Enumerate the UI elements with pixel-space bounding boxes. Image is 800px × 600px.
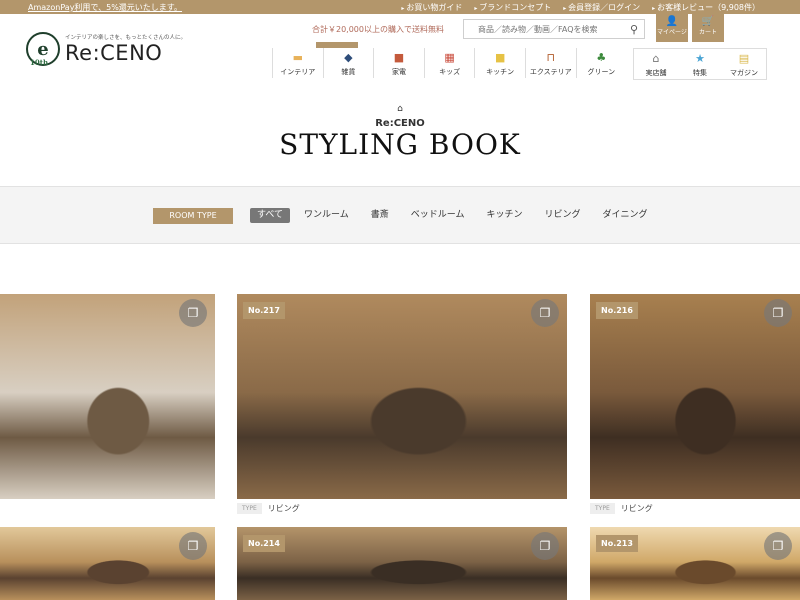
category-label: グリーン (587, 68, 616, 76)
secondary-nav-item-2[interactable]: ★ 特集 (678, 49, 722, 79)
filter-option-3[interactable]: 書斎 (363, 208, 397, 223)
filter-option-2[interactable]: ワンルーム (296, 208, 357, 223)
mug-icon: ■ (494, 51, 506, 64)
style-number-badge: No.214 (243, 535, 285, 552)
category-label: インテリア (280, 68, 316, 76)
cart-icon: 🛒 (701, 16, 715, 27)
style-number-badge: No.216 (596, 302, 638, 319)
room-type-options: すべて ワンルーム 書斎 ベッドルーム キッチン リビング ダイニング (250, 208, 662, 223)
secondary-nav-item-1[interactable]: ⌂ 実店舗 (634, 49, 678, 79)
category-5[interactable]: ■ キッチン (474, 48, 525, 78)
room-photo[interactable] (0, 294, 215, 499)
styling-book-logo: ⌂ (0, 104, 800, 114)
category-1[interactable]: ▬ インテリア (272, 48, 323, 78)
styling-card[interactable]: No.214 ❐ (237, 527, 567, 600)
page-title: STYLING BOOK (279, 128, 521, 161)
top-links: お買い物ガイド ブランドコンセプト 会員登録／ログイン お客様レビュー（9,90… (401, 2, 760, 13)
logo-mark-icon: e 10th (26, 32, 60, 67)
register-login-link[interactable]: 会員登録／ログイン (563, 2, 640, 13)
secondary-nav-label: 特集 (693, 69, 707, 77)
room-photo[interactable] (237, 527, 567, 600)
promo-link[interactable]: AmazonPay利用で、5%還元いたします。 (28, 2, 182, 13)
brand-name: Re:CENO (65, 41, 163, 65)
search-input[interactable] (464, 20, 619, 38)
room-type-filter: ROOM TYPE すべて ワンルーム 書斎 ベッドルーム キッチン リビング ダイニング (0, 186, 800, 244)
category-7[interactable]: ♣ グリーン (575, 48, 627, 78)
category-4[interactable]: ▦ キッズ (423, 48, 475, 78)
gallery-icon[interactable]: ❐ (764, 299, 792, 327)
search-box: ⚲ (463, 19, 645, 39)
secondary-nav-label: マガジン (730, 69, 758, 77)
magazine-icon: ▤ (738, 52, 750, 65)
category-label: エクステリア (529, 68, 572, 76)
house-roof-icon: ⌂ (397, 104, 403, 114)
search-icon[interactable]: ⚲ (630, 23, 638, 36)
plant-icon: ♣ (596, 51, 607, 64)
style-number-badge: No.217 (243, 302, 285, 319)
styling-card[interactable]: No.217 ❐ TYPE リビング (237, 294, 567, 521)
secondary-nav: ⌂ 実店舗 ★ 特集 ▤ マガジン (633, 48, 767, 80)
mypage-button[interactable]: 👤 マイページ (656, 14, 688, 42)
brand-concept-link[interactable]: ブランドコンセプト (474, 2, 551, 13)
brand-tagline: インテリアの楽しさを、もっとたくさんの人に。 (65, 35, 187, 41)
filter-option-6[interactable]: リビング (537, 208, 589, 223)
site-logo[interactable]: e 10th インテリアの楽しさを、もっとたくさんの人に。 Re:CENO (26, 32, 187, 67)
room-type-value[interactable]: リビング (268, 503, 300, 514)
category-label: 家電 (391, 68, 406, 76)
gallery-icon[interactable]: ❐ (179, 532, 207, 560)
guide-link[interactable]: お買い物ガイド (401, 2, 462, 13)
filter-option-5[interactable]: キッチン (479, 208, 531, 223)
filter-option-4[interactable]: ベッドルーム (403, 208, 473, 223)
category-6[interactable]: ⊓ エクステリア (524, 48, 576, 78)
secondary-nav-label: 実店舗 (645, 69, 667, 77)
category-label: キッチン (486, 68, 515, 76)
store-icon: ⌂ (652, 52, 660, 65)
top-bar: AmazonPay利用で、5%還元いたします。 お買い物ガイド ブランドコンセプ… (0, 0, 800, 14)
lamp-icon: ▬ (292, 51, 303, 64)
category-3[interactable]: ■ 家電 (373, 48, 424, 78)
appliance-icon: ■ (393, 51, 405, 64)
gallery-icon[interactable]: ❐ (531, 299, 559, 327)
styling-card[interactable]: No.216 ❐ TYPE リビング (590, 294, 800, 521)
room-photo[interactable] (590, 294, 800, 499)
gallery-icon[interactable]: ❐ (179, 299, 207, 327)
styling-card[interactable]: ❐ (0, 294, 215, 521)
room-type-row: TYPE リビング (237, 503, 300, 514)
styling-card[interactable]: No.213 ❐ (590, 527, 800, 600)
filter-option-1[interactable]: すべて (250, 208, 291, 223)
category-nav: ▬ インテリア ◆ 雑貨 ■ 家電 ▦ キッズ ■ キッチン ⊓ エクステリア ♣ グリーン (272, 48, 626, 78)
gallery-icon[interactable]: ❐ (531, 532, 559, 560)
star-icon: ★ (695, 52, 705, 65)
category-label: 雑貨 (341, 68, 356, 76)
category-label: キッズ (439, 68, 461, 76)
type-label: TYPE (237, 503, 262, 514)
user-icon: 👤 (665, 16, 679, 27)
cushion-icon: ◆ (344, 51, 353, 64)
styling-card[interactable]: ❐ (0, 527, 215, 600)
reviews-link[interactable]: お客様レビュー（9,908件） (652, 2, 760, 13)
type-label: TYPE (590, 503, 615, 514)
filter-option-7[interactable]: ダイニング (595, 208, 656, 223)
style-number-badge: No.213 (596, 535, 638, 552)
category-2[interactable]: ◆ 雑貨 (322, 48, 374, 78)
room-photo[interactable] (237, 294, 567, 499)
kids-icon: ▦ (444, 51, 455, 64)
secondary-nav-item-3[interactable]: ▤ マガジン (722, 49, 766, 79)
free-shipping-note: 合計￥20,000以上の購入で送料無料 (312, 25, 444, 34)
room-type-row: TYPE リビング (590, 503, 653, 514)
bench-icon: ⊓ (546, 51, 556, 64)
gallery-icon[interactable]: ❐ (764, 532, 792, 560)
room-type-value[interactable]: リビング (621, 503, 653, 514)
room-type-label: ROOM TYPE (153, 208, 233, 224)
cart-button[interactable]: 🛒 カート (692, 14, 724, 42)
